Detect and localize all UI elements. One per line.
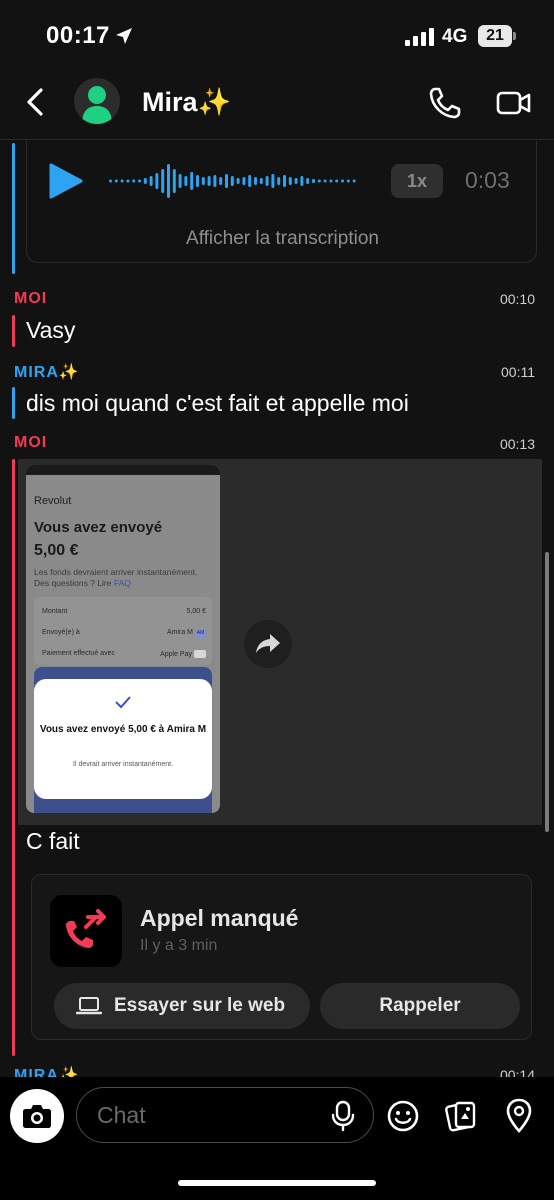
chat-placeholder: Chat [97, 1102, 146, 1128]
emoji-icon[interactable] [386, 1099, 420, 1133]
phone-icon[interactable] [428, 86, 462, 120]
chat-messages[interactable]: 1x 0:03 Afficher la transcription MOI 00… [0, 141, 554, 1077]
message-time: 00:10 [499, 291, 535, 307]
checkmark-icon [115, 696, 131, 709]
show-transcript-link[interactable]: Afficher la transcription [27, 228, 538, 250]
home-indicator [178, 1180, 376, 1186]
waveform-icon[interactable] [109, 161, 359, 201]
sticker-icon[interactable] [444, 1099, 478, 1133]
avatar[interactable] [74, 78, 120, 124]
missed-call-title: Appel manqué [140, 905, 299, 931]
location-pin-icon[interactable] [504, 1097, 534, 1133]
share-arrow-icon [256, 634, 280, 653]
voice-duration: 0:03 [465, 167, 510, 193]
mira-message-bar [12, 143, 15, 274]
thumb-details: Montant 5,00 € Envoyé(e) à Amira M AM Pai… [34, 597, 212, 665]
microphone-icon[interactable] [329, 1100, 357, 1132]
sender-label: MOI [14, 290, 48, 307]
battery-level: 21 [486, 27, 504, 44]
missed-call-icon [50, 895, 122, 967]
thumb-confirmation-sheet: Vous avez envoyé 5,00 € à Amira M Il dev… [34, 679, 212, 799]
thumb-row: Montant 5,00 € [42, 608, 206, 615]
payment-screenshot[interactable]: Revolut Vous avez envoyé 5,00 € Les fond… [26, 465, 220, 813]
thumb-note: Les fonds devraient arriver instantanéme… [34, 567, 198, 588]
thumb-amount: 5,00 € [34, 542, 79, 559]
status-time: 00:17 [46, 22, 110, 49]
back-chevron-icon[interactable] [20, 86, 52, 118]
me-message-bar [12, 459, 15, 1056]
thumb-row: Paiement effectué avec Apple Pay [42, 650, 206, 662]
status-bar: 00:17 4G 21 [0, 0, 554, 72]
message-text[interactable]: Vasy [26, 317, 75, 344]
contact-name[interactable]: Mira✨ [142, 86, 231, 118]
message-time: 00:11 [501, 364, 535, 380]
camera-button[interactable] [10, 1089, 64, 1143]
camera-icon [23, 1105, 51, 1128]
call-back-button[interactable]: Rappeler [320, 983, 520, 1029]
battery-icon: 21 [478, 25, 516, 47]
media-message[interactable]: Revolut Vous avez envoyé 5,00 € Les fond… [18, 459, 542, 825]
composer-bar: Chat [0, 1077, 554, 1200]
sheet-subtitle: Il devrait arriver instantanément. [73, 761, 173, 768]
thumb-row: Envoyé(e) à Amira M AM [42, 629, 206, 638]
scrollbar[interactable] [545, 552, 549, 832]
missed-call-time: Il y a 3 min [140, 937, 218, 954]
network-type: 4G [442, 26, 468, 47]
message-time: 00:13 [499, 436, 535, 452]
voice-note[interactable]: 1x 0:03 Afficher la transcription [26, 141, 537, 263]
message-text[interactable]: C fait [26, 828, 80, 855]
playback-speed-button[interactable]: 1x [391, 164, 443, 198]
mira-message-bar [12, 387, 15, 419]
sender-label: MIRA✨ [14, 364, 80, 381]
avatar-icon [82, 86, 112, 124]
share-button[interactable] [244, 620, 292, 668]
sender-label: MOI [14, 434, 48, 451]
chat-header: Mira✨ [0, 72, 554, 140]
sheet-title: Vous avez envoyé 5,00 € à Amira M [39, 724, 207, 735]
play-icon[interactable] [45, 161, 85, 201]
video-camera-icon[interactable] [496, 88, 532, 118]
try-on-web-button[interactable]: Essayer sur le web [54, 983, 310, 1029]
missed-call-card[interactable]: Appel manqué Il y a 3 min Essayer sur le… [31, 874, 532, 1040]
me-message-bar [12, 315, 15, 347]
chat-input[interactable]: Chat [76, 1087, 374, 1143]
signal-icon [405, 28, 434, 46]
try-on-web-label: Essayer sur le web [114, 995, 286, 1016]
thumb-brand: Revolut [34, 495, 72, 507]
sender-label: MIRA✨ [14, 1067, 80, 1077]
location-arrow-icon [116, 28, 132, 44]
message-text[interactable]: dis moi quand c'est fait et appelle moi [26, 390, 409, 417]
thumb-title: Vous avez envoyé [34, 519, 163, 536]
laptop-icon [76, 997, 102, 1015]
message-time: 00:14 [499, 1067, 535, 1077]
